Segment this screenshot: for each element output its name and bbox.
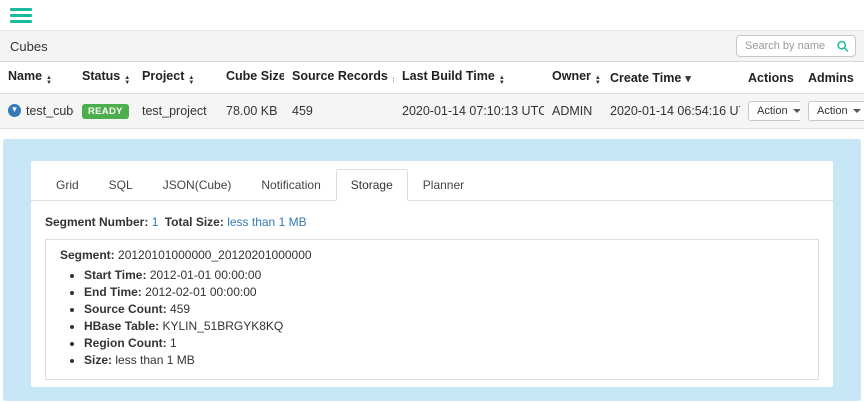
column-header-actions: Actions bbox=[740, 62, 800, 94]
cell-owner: ADMIN bbox=[544, 94, 602, 129]
cell-admins: Action bbox=[800, 94, 864, 129]
page-title: Cubes bbox=[8, 39, 48, 54]
storage-summary: Segment Number: 1 Total Size: less than … bbox=[45, 215, 819, 229]
storage-tab-content: Segment Number: 1 Total Size: less than … bbox=[31, 201, 833, 380]
tab-sql[interactable]: SQL bbox=[94, 169, 148, 201]
column-header-source-records[interactable]: Source Records bbox=[284, 62, 394, 94]
cell-status: READY bbox=[74, 94, 134, 129]
admins-dropdown-button[interactable]: Action bbox=[808, 101, 864, 121]
segment-field: Size: less than 1 MB bbox=[84, 352, 804, 369]
cube-name: test_cube bbox=[26, 104, 74, 118]
segment-field: Region Count: 1 bbox=[84, 335, 804, 352]
cell-last-build-time: 2020-01-14 07:10:13 UTC bbox=[394, 94, 544, 129]
topbar bbox=[0, 0, 864, 30]
column-header-status[interactable]: Status bbox=[74, 62, 134, 94]
cell-source-records: 459 bbox=[284, 94, 394, 129]
cell-project: test_project bbox=[134, 94, 218, 129]
cubes-table: Name Status Project Cube Size Source Rec… bbox=[0, 62, 864, 129]
tab-notification[interactable]: Notification bbox=[246, 169, 335, 201]
sort-icon bbox=[188, 76, 194, 86]
segment-box: Segment: 20120101000000_20120201000000 S… bbox=[45, 239, 819, 380]
tab-storage[interactable]: Storage bbox=[336, 169, 408, 201]
column-header-owner[interactable]: Owner bbox=[544, 62, 602, 94]
table-row: test_cube READY test_project 78.00 KB 45… bbox=[0, 94, 864, 129]
sort-desc-icon bbox=[685, 71, 691, 85]
section-bar: Cubes bbox=[0, 30, 864, 62]
actions-dropdown-button[interactable]: Action bbox=[748, 101, 800, 121]
cell-create-time: 2020-01-14 06:54:16 UTC bbox=[602, 94, 740, 129]
segment-field: End Time: 2012-02-01 00:00:00 bbox=[84, 284, 804, 301]
column-header-last-build-time[interactable]: Last Build Time bbox=[394, 62, 544, 94]
search-box bbox=[736, 35, 856, 57]
cell-actions: Action bbox=[740, 94, 800, 129]
sort-icon bbox=[595, 76, 601, 86]
status-badge: READY bbox=[82, 104, 129, 119]
detail-tabs: Grid SQL JSON(Cube) Notification Storage… bbox=[31, 161, 833, 201]
chevron-down-icon bbox=[793, 109, 800, 113]
total-size-value[interactable]: less than 1 MB bbox=[227, 215, 306, 229]
sort-icon bbox=[499, 76, 505, 86]
segment-number-value: 1 bbox=[152, 215, 159, 229]
sort-icon bbox=[392, 76, 394, 86]
column-header-project[interactable]: Project bbox=[134, 62, 218, 94]
cell-cube-size: 78.00 KB bbox=[218, 94, 284, 129]
column-header-create-time[interactable]: Create Time bbox=[602, 62, 740, 94]
segment-field: Source Count: 459 bbox=[84, 301, 804, 318]
segment-field: Start Time: 2012-01-01 00:00:00 bbox=[84, 267, 804, 284]
column-header-cube-size[interactable]: Cube Size bbox=[218, 62, 284, 94]
detail-card: Grid SQL JSON(Cube) Notification Storage… bbox=[31, 161, 833, 387]
segment-fields-list: Start Time: 2012-01-01 00:00:00 End Time… bbox=[60, 267, 804, 369]
sort-icon bbox=[124, 76, 130, 86]
segment-name: 20120101000000_20120201000000 bbox=[118, 248, 312, 262]
segment-title: Segment: 20120101000000_20120201000000 bbox=[60, 248, 804, 262]
column-header-name[interactable]: Name bbox=[0, 62, 74, 94]
cube-detail-panel: Grid SQL JSON(Cube) Notification Storage… bbox=[3, 139, 861, 401]
search-icon[interactable] bbox=[836, 40, 849, 53]
total-size-label: Total Size: bbox=[165, 215, 224, 229]
sort-icon bbox=[46, 76, 52, 86]
kylin-cubes-page: Cubes Name Status Project Cube Size Sour… bbox=[0, 0, 864, 402]
menu-toggle-icon[interactable] bbox=[10, 8, 32, 23]
column-header-admins: Admins bbox=[800, 62, 864, 94]
collapse-row-icon[interactable] bbox=[8, 104, 21, 117]
tab-grid[interactable]: Grid bbox=[41, 169, 94, 201]
table-header-row: Name Status Project Cube Size Source Rec… bbox=[0, 62, 864, 94]
tab-json-cube[interactable]: JSON(Cube) bbox=[148, 169, 247, 201]
segment-field: HBase Table: KYLIN_51BRGYK8KQ bbox=[84, 318, 804, 335]
segment-number-label: Segment Number: bbox=[45, 215, 148, 229]
cell-name: test_cube bbox=[0, 94, 74, 129]
segment-label: Segment: bbox=[60, 248, 115, 262]
tab-planner[interactable]: Planner bbox=[408, 169, 479, 201]
chevron-down-icon bbox=[853, 109, 861, 113]
